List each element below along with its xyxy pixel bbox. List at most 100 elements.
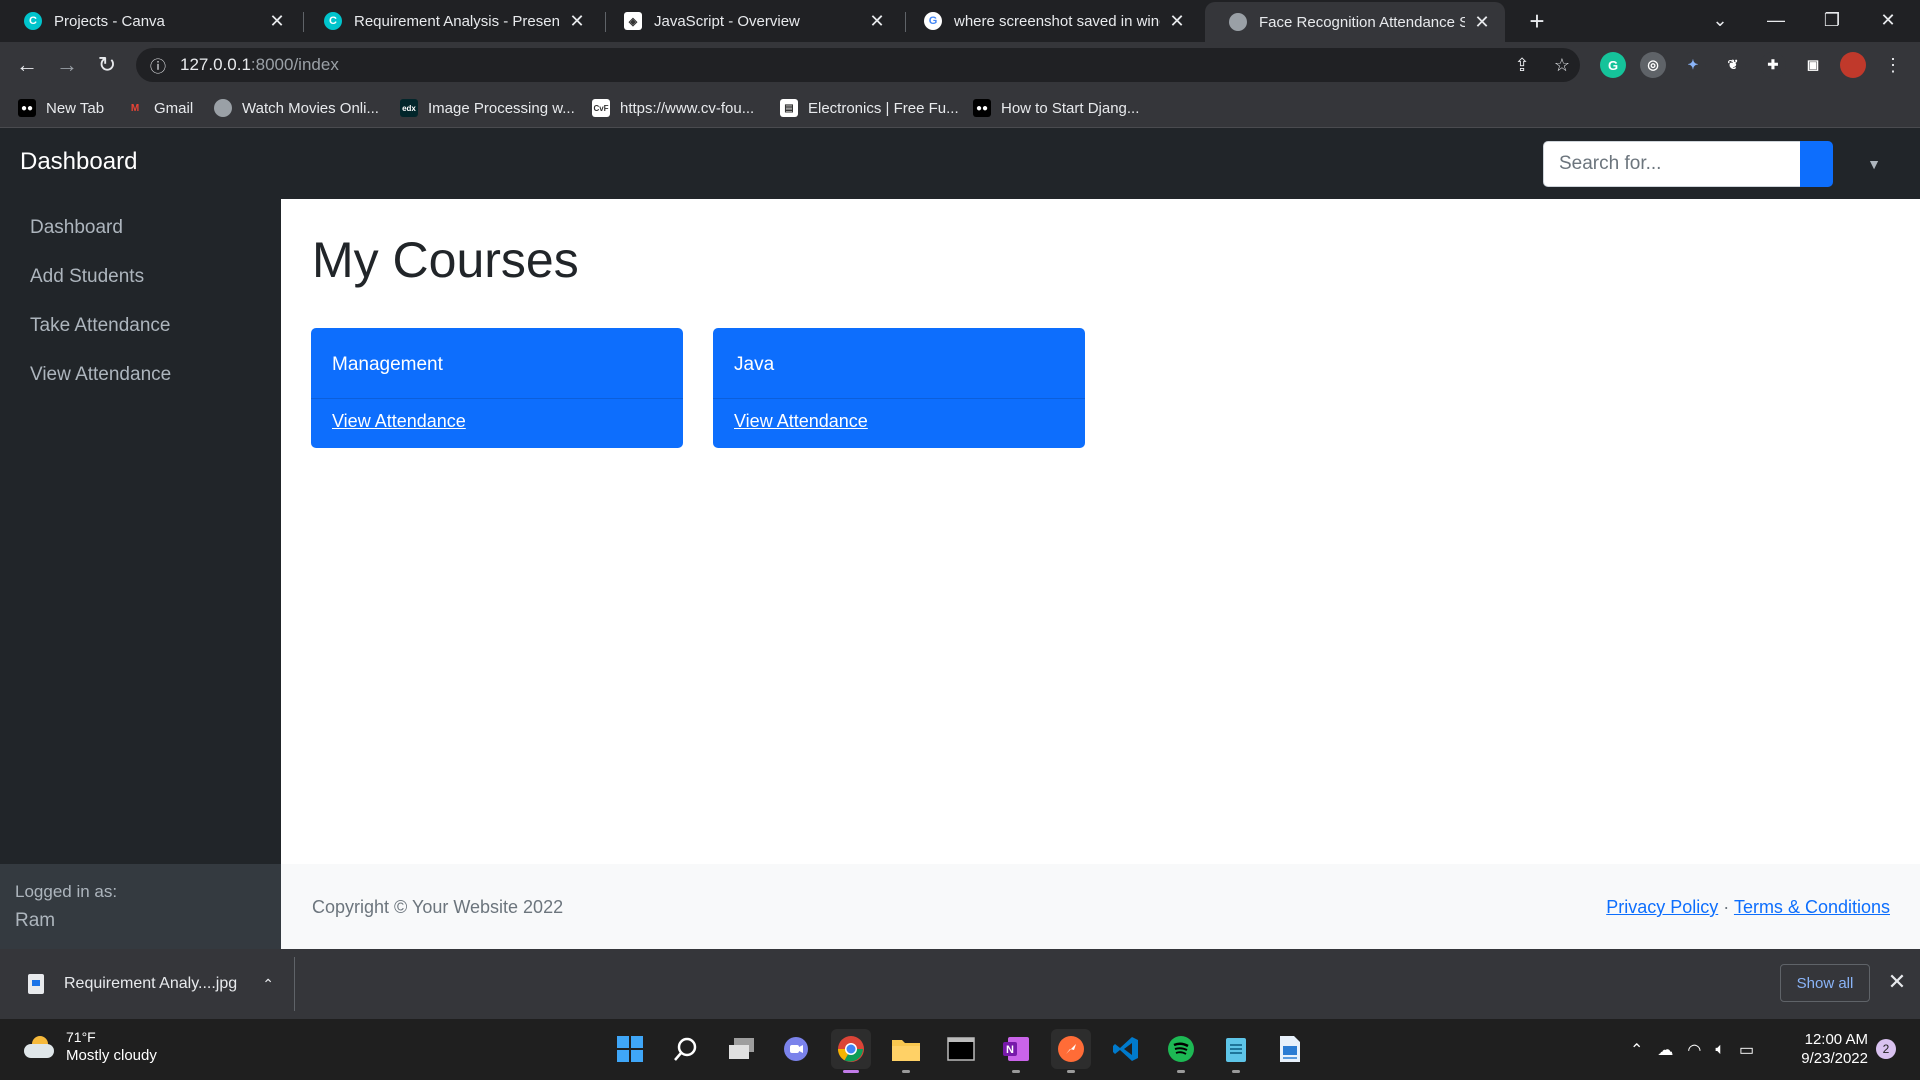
task-view-icon[interactable] bbox=[722, 1029, 762, 1069]
vscode-icon[interactable] bbox=[1106, 1029, 1146, 1069]
sidebar-item-view-attendance[interactable]: View Attendance bbox=[30, 364, 171, 386]
onedrive-cloud-icon[interactable]: ☁ bbox=[1657, 1040, 1673, 1060]
electronics-icon: ▤ bbox=[780, 99, 798, 117]
windows-taskbar: 71°F Mostly cloudy N ⌃ ☁ ◠ 🔈︎ ▭ 12:00 AM… bbox=[0, 1019, 1920, 1080]
close-tab-icon[interactable]: ✕ bbox=[568, 11, 586, 32]
file-explorer-icon[interactable] bbox=[886, 1029, 926, 1073]
notification-badge[interactable]: 2 bbox=[1876, 1039, 1896, 1059]
system-tray: ⌃ ☁ ◠ 🔈︎ ▭ bbox=[1630, 1033, 1768, 1067]
menu-icon[interactable]: ⋮ bbox=[1876, 48, 1910, 82]
restore-icon[interactable]: ❐ bbox=[1804, 0, 1860, 40]
windows-start-icon[interactable] bbox=[610, 1029, 650, 1069]
user-dropdown-icon[interactable]: ▼ bbox=[1862, 152, 1886, 176]
bookmark-star-icon[interactable]: ☆ bbox=[1545, 48, 1579, 82]
logged-in-user: Ram bbox=[15, 910, 56, 931]
close-window-icon[interactable]: ✕ bbox=[1860, 0, 1916, 40]
bookmark-label: New Tab bbox=[46, 99, 105, 117]
system-clock[interactable]: 12:00 AM 9/23/2022 bbox=[1796, 1031, 1868, 1067]
address-bar[interactable]: ⓘ 127.0.0.1 :8000/index bbox=[136, 48, 1580, 82]
bookmark-item[interactable]: M Gmail bbox=[126, 96, 193, 120]
edx-icon: edx bbox=[400, 99, 418, 117]
view-attendance-link[interactable]: View Attendance bbox=[734, 411, 868, 432]
bookmark-item[interactable]: CvF https://www.cv-fou... bbox=[592, 96, 754, 120]
privacy-policy-link[interactable]: Privacy Policy bbox=[1606, 897, 1718, 917]
wifi-icon[interactable]: ◠ bbox=[1687, 1040, 1701, 1060]
cloudy-weather-icon bbox=[24, 1035, 54, 1058]
course-name: Management bbox=[311, 328, 683, 399]
puzzle-icon[interactable]: ✚ bbox=[1760, 52, 1786, 78]
medium-icon: ●● bbox=[18, 99, 36, 117]
globe-icon bbox=[1229, 13, 1247, 31]
sidebar-item-add-students[interactable]: Add Students bbox=[30, 266, 144, 288]
close-tab-icon[interactable]: ✕ bbox=[1168, 11, 1186, 32]
grammarly-icon[interactable]: G bbox=[1600, 52, 1626, 78]
search-button[interactable] bbox=[1800, 141, 1833, 187]
extension-icon[interactable]: ✦ bbox=[1680, 52, 1706, 78]
bookmark-item[interactable]: edx Image Processing w... bbox=[400, 96, 575, 120]
back-icon[interactable]: ← bbox=[10, 48, 44, 82]
bookmark-item[interactable]: ▤ Electronics | Free Fu... bbox=[780, 96, 959, 120]
translate-icon[interactable]: ◎ bbox=[1640, 52, 1666, 78]
side-panel-icon[interactable]: ▣ bbox=[1800, 52, 1826, 78]
weather-widget[interactable]: 71°F Mostly cloudy bbox=[24, 1029, 157, 1064]
volume-icon[interactable]: 🔈︎ bbox=[1715, 1041, 1725, 1059]
onenote-icon[interactable]: N bbox=[996, 1029, 1036, 1073]
chrome-icon[interactable] bbox=[831, 1029, 871, 1073]
course-card: Java View Attendance bbox=[713, 328, 1085, 448]
bookmark-item[interactable]: ●● How to Start Djang... bbox=[973, 96, 1139, 120]
tab-search-icon[interactable]: ⌄ bbox=[1692, 0, 1748, 40]
tab-title: where screenshot saved in windo bbox=[954, 12, 1160, 30]
clock-time: 12:00 AM bbox=[1804, 1031, 1868, 1048]
notepad-icon[interactable] bbox=[1216, 1029, 1256, 1073]
new-tab-icon[interactable]: + bbox=[1520, 4, 1554, 38]
gmail-icon: M bbox=[130, 102, 140, 114]
teams-chat-icon[interactable] bbox=[776, 1029, 816, 1069]
show-all-button[interactable]: Show all bbox=[1780, 964, 1870, 1002]
profile-avatar[interactable] bbox=[1840, 52, 1866, 78]
close-tab-icon[interactable]: ✕ bbox=[868, 11, 886, 32]
bookmark-label: Watch Movies Onli... bbox=[242, 99, 379, 117]
download-item[interactable]: Requirement Analy....jpg ⌃ bbox=[0, 957, 295, 1011]
wordpad-icon[interactable] bbox=[1270, 1029, 1310, 1069]
navbar-brand[interactable]: Dashboard bbox=[20, 148, 137, 176]
canva-icon: C bbox=[324, 12, 342, 30]
sidebar-item-take-attendance[interactable]: Take Attendance bbox=[30, 315, 171, 337]
page-footer: Copyright © Your Website 2022 Privacy Po… bbox=[281, 864, 1920, 949]
minimize-icon[interactable]: — bbox=[1748, 0, 1804, 40]
active-indicator bbox=[843, 1070, 859, 1073]
share-icon[interactable]: ⇪ bbox=[1505, 48, 1539, 82]
terms-link[interactable]: Terms & Conditions bbox=[1734, 897, 1890, 917]
terminal-icon[interactable] bbox=[941, 1029, 981, 1069]
view-attendance-link[interactable]: View Attendance bbox=[332, 411, 466, 432]
bookmark-label: https://www.cv-fou... bbox=[620, 99, 755, 117]
forward-icon[interactable]: → bbox=[50, 48, 84, 82]
tab-title: Face Recognition Attendance Sys bbox=[1259, 13, 1465, 31]
url-path: :8000/index bbox=[250, 55, 339, 74]
close-shelf-icon[interactable]: ✕ bbox=[1882, 967, 1912, 997]
copyright-text: Copyright © Your Website 2022 bbox=[312, 897, 564, 917]
browser-tab[interactable]: C Requirement Analysis - Presentat ✕ bbox=[300, 0, 600, 42]
browser-tab-active[interactable]: Face Recognition Attendance Sys ✕ bbox=[1205, 2, 1505, 42]
bookmark-item[interactable]: ●● New Tab bbox=[18, 96, 104, 120]
search-icon[interactable] bbox=[666, 1029, 706, 1069]
main-content: My Courses Management View Attendance Ja… bbox=[281, 199, 1920, 864]
spotify-icon[interactable] bbox=[1161, 1029, 1201, 1073]
reload-icon[interactable]: ↻ bbox=[90, 48, 124, 82]
extension-icon[interactable]: ❦ bbox=[1720, 52, 1746, 78]
chevron-up-icon[interactable]: ⌃ bbox=[262, 976, 274, 993]
bookmark-item[interactable]: Watch Movies Onli... bbox=[214, 96, 379, 120]
battery-icon[interactable]: ▭ bbox=[1739, 1040, 1754, 1060]
cvf-icon: CvF bbox=[592, 99, 610, 117]
search-input[interactable] bbox=[1543, 141, 1801, 187]
close-tab-icon[interactable]: ✕ bbox=[268, 11, 286, 32]
site-info-icon[interactable]: ⓘ bbox=[150, 53, 166, 77]
browser-tab[interactable]: G where screenshot saved in windo ✕ bbox=[900, 0, 1200, 42]
sidebar-item-dashboard[interactable]: Dashboard bbox=[30, 217, 123, 239]
browser-tab[interactable]: C Projects - Canva ✕ bbox=[0, 0, 300, 42]
show-hidden-icons-icon[interactable]: ⌃ bbox=[1630, 1040, 1643, 1060]
close-tab-icon[interactable]: ✕ bbox=[1473, 12, 1491, 33]
postman-icon[interactable] bbox=[1051, 1029, 1091, 1073]
tab-title: Requirement Analysis - Presentat bbox=[354, 12, 560, 30]
browser-tab[interactable]: ◈ JavaScript - Overview ✕ bbox=[600, 0, 900, 42]
clock-date: 9/23/2022 bbox=[1801, 1050, 1868, 1067]
